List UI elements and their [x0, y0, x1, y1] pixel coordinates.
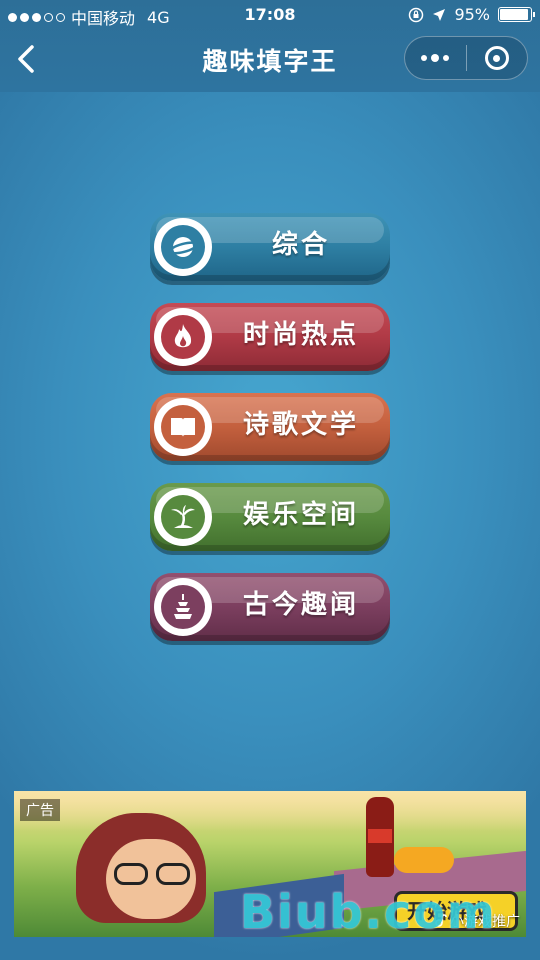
category-label: 诗歌文学	[242, 410, 359, 440]
target-circle-icon	[484, 46, 509, 70]
ad-mango-plate	[394, 847, 454, 873]
ad-tag: 广告	[20, 799, 60, 821]
battery-percent: 95%	[454, 5, 490, 24]
palm-island-icon	[154, 488, 212, 546]
status-bar: 中国移动 4G 17:08 95%	[0, 0, 540, 30]
book-icon	[154, 398, 212, 456]
category-button-anecdotes[interactable]: 古今趣闻	[150, 573, 390, 641]
status-right: 95%	[408, 5, 535, 24]
category-label: 娱乐空间	[242, 500, 359, 530]
close-mini-program-button[interactable]	[466, 46, 527, 70]
ad-background	[14, 791, 526, 831]
category-menu: 综合 时尚热点 诗歌文学 娱乐空间 古今趣闻	[150, 213, 390, 663]
category-label: 古今趣闻	[242, 590, 359, 620]
battery-fill	[500, 9, 529, 20]
category-label: 时尚热点	[242, 320, 359, 350]
category-button-fashion[interactable]: 时尚热点	[150, 303, 390, 371]
battery-icon	[498, 7, 535, 22]
nav-bar: 趣味填字王	[0, 30, 540, 92]
category-button-general[interactable]: 综合	[150, 213, 390, 281]
planet-icon	[154, 218, 212, 276]
pagoda-icon	[154, 578, 212, 636]
more-options-button[interactable]	[405, 54, 466, 62]
category-button-entertainment[interactable]: 娱乐空间	[150, 483, 390, 551]
fire-icon	[154, 308, 212, 366]
ad-character-glasses	[114, 863, 194, 885]
location-icon	[433, 8, 446, 21]
rotation-lock-icon	[409, 7, 424, 22]
category-label: 综合	[271, 230, 330, 260]
mini-program-capsule	[404, 36, 528, 80]
watermark: Biub.com	[240, 885, 497, 939]
ad-soda-bottle	[366, 797, 394, 877]
category-button-literature[interactable]: 诗歌文学	[150, 393, 390, 461]
